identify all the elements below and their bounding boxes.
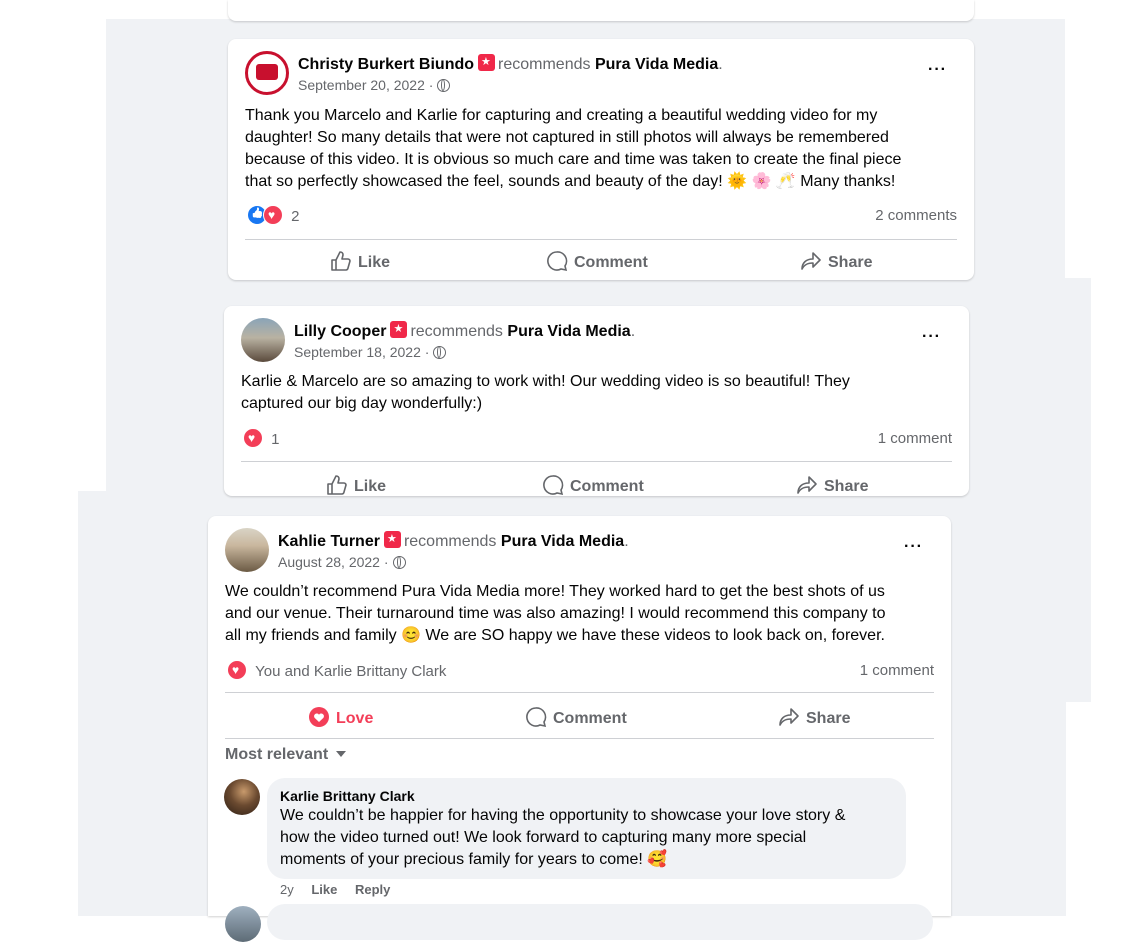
commenter-avatar[interactable] (224, 779, 260, 815)
commenter-name[interactable]: Karlie Brittany Clark (280, 788, 415, 804)
post-card: Christy Burkert Biundo recommends Pura Vi… (228, 39, 974, 280)
recommends-label: recommends (403, 533, 497, 550)
public-globe-icon (392, 556, 406, 569)
comment-meta: 2y Like Reply (280, 882, 390, 897)
love-heart-icon (309, 707, 329, 727)
comment-sort-dropdown[interactable]: Most relevant (225, 746, 347, 764)
thumbs-up-icon (331, 251, 351, 271)
page-name-link[interactable]: Pura Vida Media (507, 323, 630, 340)
share-button[interactable]: Share (800, 250, 872, 272)
comment-bubble-icon (526, 707, 547, 728)
more-options-icon[interactable]: ··· (928, 61, 947, 79)
author-avatar[interactable] (241, 318, 285, 362)
caret-down-icon (336, 751, 347, 757)
recommend-icon (478, 54, 496, 71)
divider (225, 692, 934, 693)
share-button[interactable]: Share (796, 474, 868, 496)
page-name-link[interactable]: Pura Vida Media (501, 533, 624, 550)
comment-bubble-icon (543, 475, 564, 496)
post-text: Karlie & Marcelo are so amazing to work … (241, 373, 850, 412)
author-name[interactable]: Lilly Cooper (294, 323, 386, 340)
previous-post-card (228, 0, 974, 21)
page-name-link[interactable]: Pura Vida Media (595, 56, 718, 73)
like-button[interactable]: Like (330, 250, 390, 272)
post-card: Kahlie Turnerrecommends Pura Vida Media.… (208, 516, 951, 942)
comment-input[interactable] (267, 904, 933, 940)
post-text: We couldn’t recommend Pura Vida Media mo… (225, 583, 886, 644)
comment-age: 2y (280, 882, 294, 897)
comment-reply-link[interactable]: Reply (355, 882, 390, 897)
divider (241, 461, 952, 462)
recommend-icon (390, 321, 408, 338)
reaction-summary[interactable]: 1 (243, 428, 280, 448)
divider (225, 738, 934, 739)
comment-like-link[interactable]: Like (311, 882, 337, 897)
post-text: Thank you Marcelo and Karlie for capturi… (245, 107, 902, 190)
comment-text: We couldn’t be happier for having the op… (280, 807, 846, 868)
love-button[interactable]: Love (308, 706, 373, 728)
author-name[interactable]: Christy Burkert Biundo (298, 56, 474, 73)
comment-button[interactable]: Comment (546, 250, 648, 272)
share-arrow-icon (779, 708, 799, 726)
post-header: Christy Burkert Biundo recommends Pura Vi… (298, 54, 723, 74)
author-avatar[interactable] (225, 528, 269, 572)
reaction-summary[interactable]: You and Karlie Brittany Clark (227, 660, 446, 680)
comments-count[interactable]: 2 comments (828, 207, 957, 224)
recommend-icon (383, 531, 401, 548)
post-card: Lilly Cooperrecommends Pura Vida Media. … (224, 306, 969, 496)
share-arrow-icon (797, 476, 817, 494)
like-button[interactable]: Like (326, 474, 386, 496)
more-options-icon[interactable]: ··· (904, 538, 923, 556)
post-header: Kahlie Turnerrecommends Pura Vida Media. (278, 531, 629, 551)
share-arrow-icon (801, 252, 821, 270)
author-name[interactable]: Kahlie Turner (278, 533, 380, 550)
comment-bubble-icon (547, 251, 568, 272)
composer-avatar[interactable] (225, 906, 261, 942)
post-date[interactable]: September 20, 2022 · (298, 77, 451, 93)
love-reaction-icon (243, 428, 263, 448)
author-avatar[interactable] (245, 51, 289, 95)
post-date[interactable]: August 28, 2022 · (278, 554, 406, 570)
reaction-summary[interactable]: 2 (247, 205, 300, 225)
love-reaction-icon (263, 205, 283, 225)
share-button[interactable]: Share (778, 706, 850, 728)
comments-count[interactable]: 1 comment (808, 662, 934, 679)
recommends-label: recommends (498, 56, 591, 73)
more-options-icon[interactable]: ··· (922, 328, 941, 346)
comment-button[interactable]: Comment (542, 474, 644, 496)
comment-button[interactable]: Comment (525, 706, 627, 728)
comments-count[interactable]: 1 comment (824, 430, 952, 447)
post-header: Lilly Cooperrecommends Pura Vida Media. (294, 321, 635, 341)
public-globe-icon (433, 346, 447, 359)
divider (245, 239, 957, 240)
thumbs-up-icon (327, 475, 347, 495)
public-globe-icon (437, 79, 451, 92)
recommends-label: recommends (410, 323, 503, 340)
love-reaction-icon (227, 660, 247, 680)
post-date[interactable]: September 18, 2022 · (294, 344, 447, 360)
